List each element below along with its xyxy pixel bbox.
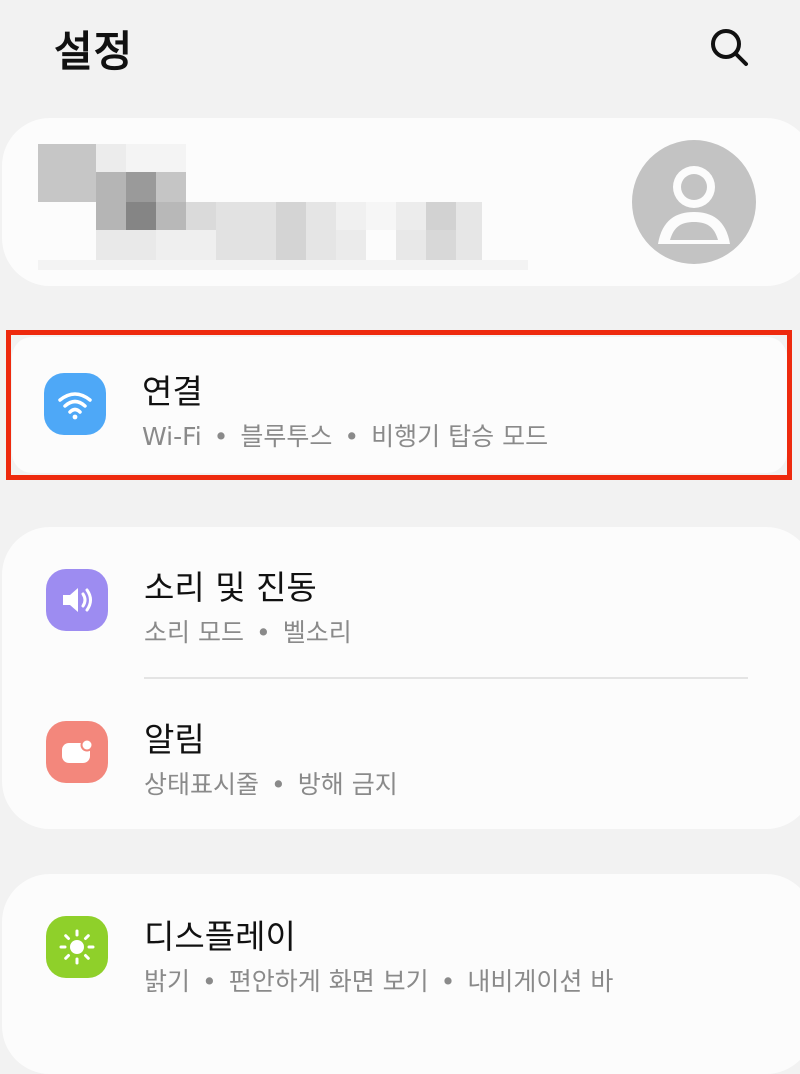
sub-ringtone: 벨소리 <box>282 618 352 647</box>
sub-status-bar: 상태표시줄 <box>144 770 260 799</box>
display-card: 디스플레이 밝기 • 편안하게 화면 보기 • 내비게이션 바 <box>2 874 800 1074</box>
sound-subtitle: 소리 모드 • 벨소리 <box>144 618 352 647</box>
sub-navigation-bar: 내비게이션 바 <box>467 967 614 996</box>
notifications-subtitle: 상태표시줄 • 방해 금지 <box>144 770 398 799</box>
display-subtitle: 밝기 • 편안하게 화면 보기 • 내비게이션 바 <box>144 967 614 996</box>
notification-icon-tile <box>46 721 108 783</box>
page-title: 설정 <box>54 27 134 76</box>
redacted-profile-name <box>38 144 528 276</box>
speaker-icon-tile <box>46 569 108 631</box>
display-title: 디스플레이 <box>144 917 296 956</box>
sound-notifications-card: 소리 및 진동 소리 모드 • 벨소리 알림 상태표시줄 • 방해 금지 <box>2 527 800 829</box>
notification-icon <box>62 738 94 763</box>
search-icon <box>711 29 748 66</box>
settings-item-notifications[interactable]: 알림 상태표시줄 • 방해 금지 <box>2 679 800 819</box>
search-button[interactable] <box>704 22 754 72</box>
avatar[interactable] <box>632 140 756 264</box>
notifications-title: 알림 <box>144 720 205 759</box>
highlight-box <box>6 330 792 480</box>
settings-item-display[interactable]: 디스플레이 밝기 • 편안하게 화면 보기 • 내비게이션 바 <box>2 874 800 1014</box>
speaker-icon <box>63 588 92 612</box>
sub-eye-comfort: 편안하게 화면 보기 <box>228 967 429 996</box>
person-avatar-icon <box>658 166 730 244</box>
brightness-icon-tile <box>46 916 108 978</box>
profile-card[interactable] <box>2 118 800 286</box>
header: 설정 <box>0 0 800 100</box>
sound-title: 소리 및 진동 <box>144 568 317 607</box>
sub-brightness: 밝기 <box>144 967 191 996</box>
brightness-icon <box>59 929 95 965</box>
sub-sound-mode: 소리 모드 <box>144 618 244 647</box>
sub-do-not-disturb: 방해 금지 <box>297 770 398 799</box>
settings-item-sound[interactable]: 소리 및 진동 소리 모드 • 벨소리 <box>2 527 800 667</box>
